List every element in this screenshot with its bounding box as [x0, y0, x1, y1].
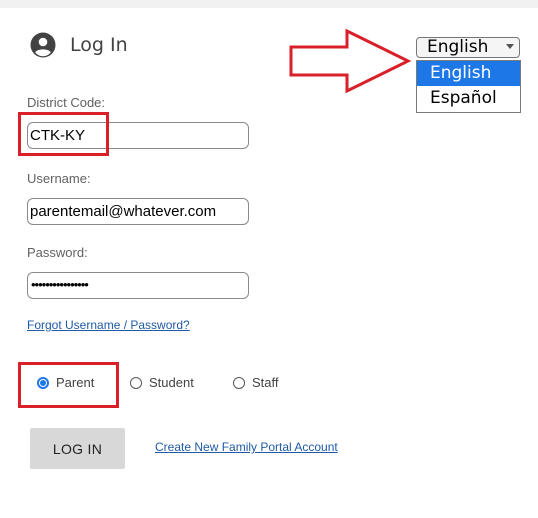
language-option-espanol[interactable]: Español	[417, 86, 520, 111]
password-input[interactable]: ••••••••••••••••	[27, 272, 249, 299]
login-header: Log In	[30, 32, 128, 58]
username-label: Username:	[27, 171, 91, 186]
language-option-english[interactable]: English	[417, 61, 520, 86]
student-radio[interactable]	[130, 376, 142, 389]
role-option-staff[interactable]: Staff	[233, 375, 279, 390]
login-button[interactable]: LOG IN	[30, 428, 125, 469]
password-label: Password:	[27, 245, 88, 260]
student-label: Student	[149, 375, 194, 390]
district-code-highlight	[18, 112, 109, 156]
language-selected-value: English	[427, 37, 489, 57]
top-bar	[0, 0, 538, 8]
role-option-student[interactable]: Student	[130, 375, 194, 390]
username-input[interactable]: parentemail@whatever.com	[27, 198, 249, 225]
language-select[interactable]: English	[416, 37, 520, 58]
chevron-down-icon	[506, 44, 514, 49]
staff-label: Staff	[252, 375, 279, 390]
language-dropdown-list: English Español	[416, 60, 521, 113]
parent-role-highlight	[18, 362, 119, 408]
staff-radio[interactable]	[233, 376, 245, 389]
user-circle-icon	[30, 32, 56, 58]
district-code-label: District Code:	[27, 95, 106, 110]
right-arrow-annotation-icon	[289, 28, 412, 94]
create-account-link[interactable]: Create New Family Portal Account	[155, 440, 338, 454]
page-title: Log In	[70, 34, 128, 56]
forgot-credentials-link[interactable]: Forgot Username / Password?	[27, 318, 190, 332]
